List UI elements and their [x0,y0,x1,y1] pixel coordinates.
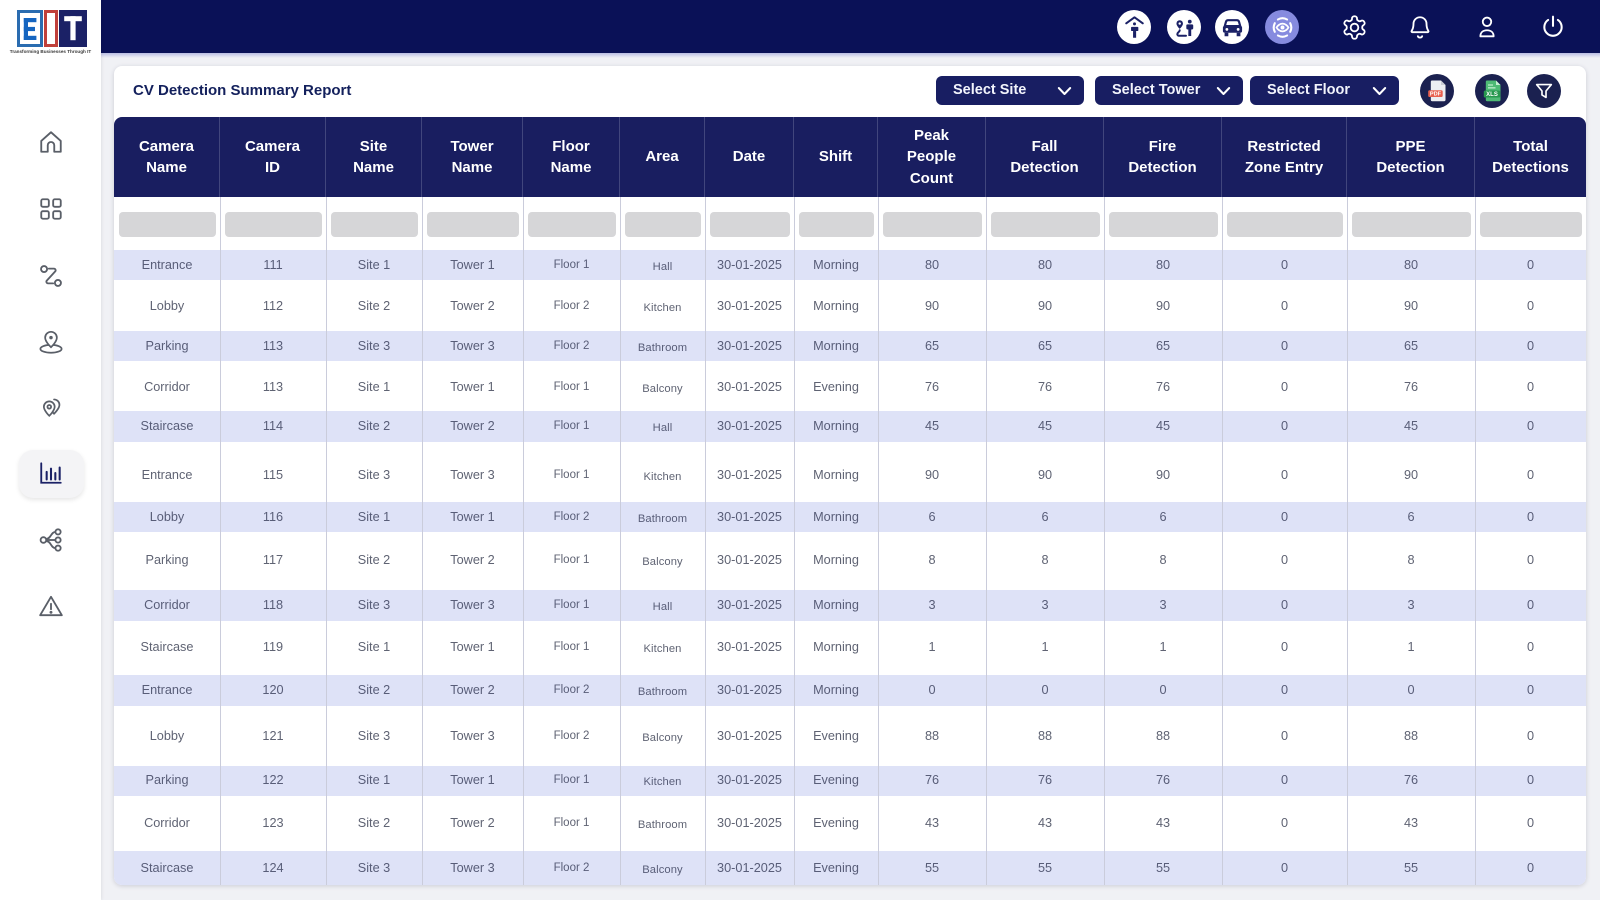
svg-text:PDF: PDF [1430,92,1442,98]
svg-text:XLS: XLS [1486,92,1498,98]
